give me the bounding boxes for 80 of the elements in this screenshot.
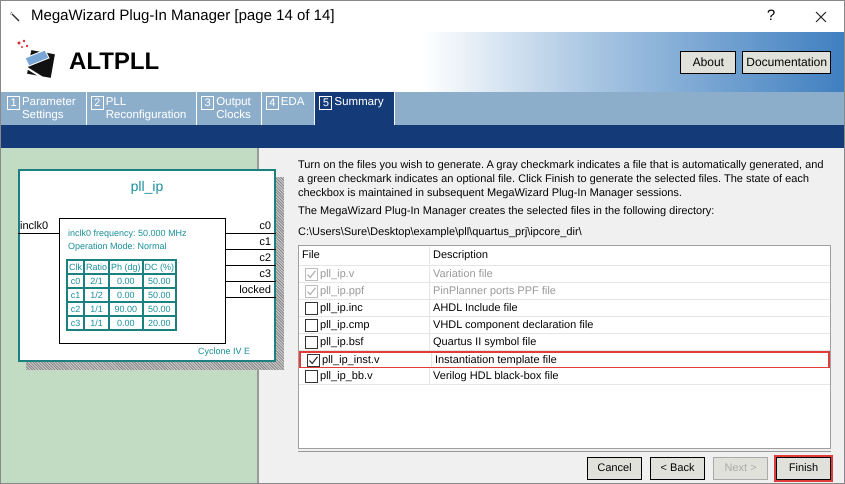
file-description: AHDL Include file [432, 300, 518, 316]
table-cell: c3 [67, 316, 84, 330]
wizard-tab[interactable]: 5 Summary [315, 92, 395, 125]
table-cell: 50.00 [142, 302, 176, 316]
file-name: pll_ip.inc [320, 300, 363, 316]
file-name: pll_ip.cmp [320, 318, 370, 333]
footer-button[interactable]: Cancel [587, 457, 642, 480]
tab-label: Summary [334, 96, 384, 109]
close-icon[interactable] [815, 10, 827, 22]
checkbox[interactable] [307, 354, 320, 366]
file-name: pll_ip.bsf [320, 334, 364, 350]
table-header: Ph (dg) [109, 260, 143, 274]
instructions-text: Turn on the files you wish to generate. A gray checkmark indicates a file that is automatically generated, and a green checkmark indicates an optional file. Click Finish to generate the selected files. The state of each checkbox is maintained in subsequent MegaWizard Plug-In Manager sessions. [298, 158, 824, 200]
port-label: c3 [258, 268, 271, 280]
table-cell: 50.00 [142, 288, 176, 302]
port-label: inclk0 [20, 219, 48, 234]
info-text: Operation Mode: Normal [68, 240, 167, 253]
table-cell: c0 [67, 274, 84, 288]
table-cell: 50.00 [142, 274, 176, 288]
file-row[interactable]: pll_ip_inst.v Instantiation template file [299, 351, 830, 368]
tab-label: EDA [280, 96, 304, 109]
port-label: c1 [258, 236, 271, 248]
wand-icon [9, 10, 21, 22]
tab-label: PLL Reconfiguration [106, 96, 186, 122]
table-cell: 90.00 [109, 302, 143, 316]
tab-number: 5 [319, 96, 332, 110]
table-cell: 1/2 [84, 288, 110, 302]
file-description: VHDL component declaration file [432, 318, 594, 333]
checkbox[interactable] [305, 318, 318, 332]
file-description: Variation file [432, 266, 493, 282]
port-label: c0 [258, 220, 271, 232]
table-cell: 0.00 [109, 316, 143, 330]
device-label: Cyclone IV E [198, 345, 250, 358]
footer-button[interactable]: Finish [776, 457, 831, 480]
table-header: Clk [67, 260, 84, 274]
file-description: Quartus II symbol file [432, 334, 536, 350]
file-description: Instantiation template file [434, 352, 557, 368]
port-label: c2 [258, 252, 271, 264]
file-row[interactable]: pll_ip_bb.v Verilog HDL black-box file [299, 368, 830, 385]
table-cell: 2/1 [84, 274, 110, 288]
header-title: ALTPLL [69, 47, 160, 77]
checkbox[interactable] [305, 370, 318, 382]
table-header: DC (%) [142, 260, 176, 274]
tab-number: 1 [7, 96, 20, 110]
tab-number: 3 [201, 96, 214, 110]
file-row[interactable]: pll_ip.cmp VHDL component declaration file [299, 317, 830, 334]
port-label: locked [238, 284, 271, 296]
column-header: File [299, 247, 430, 264]
tab-number: 2 [90, 96, 104, 110]
file-row[interactable]: pll_ip.bsf Quartus II symbol file [299, 334, 830, 351]
table-cell: 0.00 [109, 274, 143, 288]
table-cell: 1/1 [84, 302, 110, 316]
file-name: pll_ip_bb.v [320, 368, 373, 384]
table-cell: 1/1 [84, 316, 110, 330]
footer-button[interactable]: < Back [650, 457, 705, 480]
tab-number: 4 [266, 96, 279, 110]
column-header: Description [432, 248, 488, 264]
table-header: Ratio [84, 260, 110, 274]
symbol-name: pll_ip [130, 177, 164, 196]
checkbox[interactable] [305, 302, 318, 314]
file-row[interactable]: pll_ip.inc AHDL Include file [299, 300, 830, 317]
table-cell: 20.00 [142, 316, 176, 330]
file-description: PinPlanner ports PPF file [432, 284, 556, 299]
table-cell: c1 [67, 288, 84, 302]
header-button[interactable]: About [680, 50, 736, 74]
table-cell: c2 [67, 302, 84, 316]
window-title: MegaWizard Plug-In Manager [page 14 of 14] [31, 6, 335, 26]
tab-label: Parameter Settings [22, 96, 76, 122]
tab-label: Output Clocks [216, 96, 251, 122]
header-button[interactable]: Documentation [742, 50, 831, 74]
info-text: inclk0 frequency: 50.000 MHz [68, 227, 187, 240]
file-name: pll_ip.ppf [320, 284, 364, 299]
checkbox[interactable] [305, 336, 318, 348]
file-name: pll_ip_inst.v [322, 352, 380, 368]
directory-label: The MegaWizard Plug-In Manager creates the selected files in the following directory: [298, 204, 716, 219]
file-name: pll_ip.v [320, 266, 354, 282]
help-button[interactable]: ? [756, 5, 786, 28]
directory-path: C:\Users\Sure\Desktop\example\pll\quartus_prj\ipcore_dir\ [298, 224, 583, 240]
file-description: Verilog HDL black-box file [432, 368, 559, 384]
table-cell: 0.00 [109, 288, 143, 302]
